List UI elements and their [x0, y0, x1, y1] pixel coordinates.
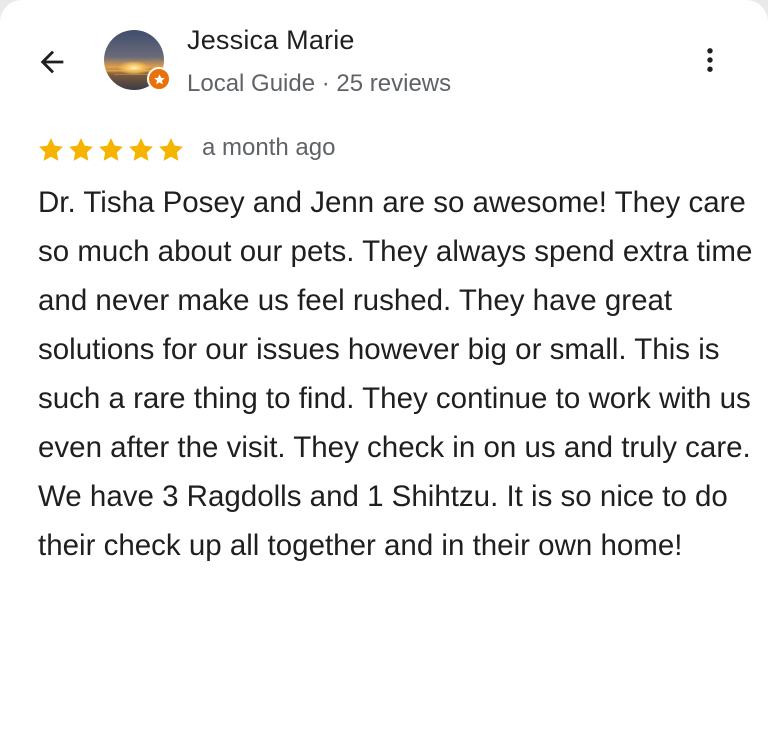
local-guide-star-icon — [153, 73, 165, 84]
review-paragraph: Dr. Tisha Posey and Jenn are so awesome!… — [38, 186, 753, 464]
star-icon — [39, 138, 63, 161]
arrow-back-icon — [40, 50, 64, 74]
review-text: Dr. Tisha Posey and Jenn are so awesome!… — [38, 178, 758, 570]
star-icon — [69, 138, 93, 161]
back-button[interactable] — [30, 40, 74, 84]
star-icon — [129, 138, 153, 161]
star-icon — [159, 138, 183, 161]
star-rating — [37, 136, 185, 164]
more-vert-icon — [707, 48, 713, 72]
review-card: Jessica Marie Local Guide · 25 reviews a… — [0, 0, 768, 732]
reviewer-name[interactable]: Jessica Marie — [187, 25, 355, 56]
review-time: a month ago — [202, 134, 336, 161]
review-paragraph: We have 3 Ragdolls and 1 Shihtzu. It is … — [38, 480, 728, 562]
star-icon — [99, 138, 123, 161]
local-guide-badge — [147, 67, 171, 91]
more-options-button[interactable] — [690, 40, 730, 80]
avatar[interactable] — [104, 30, 171, 91]
reviewer-meta[interactable]: Local Guide · 25 reviews — [187, 70, 451, 98]
